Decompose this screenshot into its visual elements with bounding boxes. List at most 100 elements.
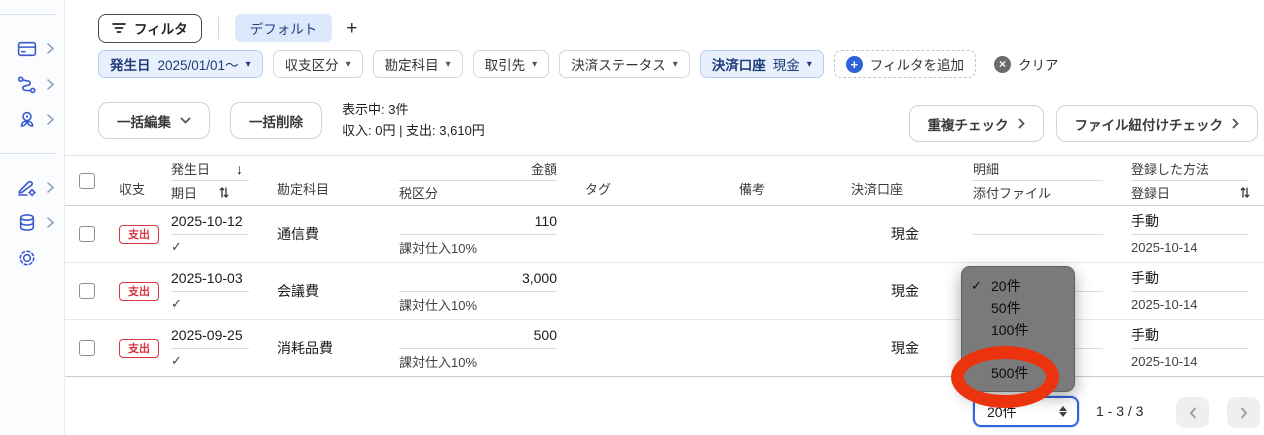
- row-method: 手動 2025-10-14: [1119, 206, 1264, 262]
- check-icon: ✓: [971, 278, 982, 293]
- plus-icon: +: [346, 17, 358, 39]
- transaction-row[interactable]: 支出 2025-09-25 ✓ 消耗品費 500 課対仕入10% 現金 手動 2…: [65, 320, 1264, 377]
- header-account: 勘定科目: [265, 156, 387, 205]
- sort-toggle-icon[interactable]: [219, 186, 229, 199]
- chip-label: 発生日: [110, 58, 151, 73]
- row-checkbox[interactable]: [79, 340, 95, 356]
- menu-option-500[interactable]: 500件: [962, 362, 1074, 384]
- menu-gap: [962, 341, 1074, 362]
- route-icon: [17, 76, 36, 94]
- bulk-edit-label: 一括編集: [117, 114, 171, 130]
- menu-option-label: 100件: [991, 322, 1029, 338]
- header-dates[interactable]: 発生日 ↓ 期日: [159, 156, 265, 205]
- sort-toggle-icon[interactable]: [1240, 186, 1250, 199]
- page-size-dropdown-menu: ✓ 20件 50件 100件 500件: [961, 266, 1075, 392]
- menu-option-100[interactable]: 100件: [962, 319, 1074, 341]
- header-amount: 金額 税区分: [387, 156, 573, 205]
- plus-glyph: +: [850, 56, 859, 72]
- row-wallet: 現金: [839, 206, 961, 262]
- add-preset-button[interactable]: +: [346, 19, 357, 38]
- chevron-left-icon: [1189, 407, 1196, 418]
- showing-count: 表示中: 3件: [342, 102, 409, 117]
- chip-partner[interactable]: 取引先 ▾: [472, 50, 550, 78]
- clear-label: クリア: [1018, 58, 1059, 73]
- row-checkbox[interactable]: [79, 226, 95, 242]
- prev-page-button[interactable]: [1176, 397, 1209, 428]
- menu-option-50[interactable]: 50件: [962, 297, 1074, 319]
- chip-value: 現金: [772, 58, 800, 73]
- chip-occur-date[interactable]: 発生日 2025/01/01〜 ▾: [98, 50, 263, 78]
- filter-button[interactable]: フィルタ: [98, 13, 202, 43]
- sidebar-item-data[interactable]: [16, 211, 60, 235]
- sort-desc-icon[interactable]: ↓: [236, 161, 243, 177]
- tab-default-preset[interactable]: デフォルト: [234, 14, 333, 42]
- check-actions: 重複チェック ファイル紐付けチェック: [908, 105, 1258, 142]
- caret-down-icon: ▾: [345, 58, 351, 70]
- select-all-checkbox[interactable]: [79, 172, 95, 189]
- bulk-edit-button[interactable]: 一括編集: [98, 102, 210, 140]
- file-link-check-label: ファイル紐付けチェック: [1074, 117, 1224, 133]
- sidebar-item-journal[interactable]: [16, 176, 60, 200]
- header-account-label: 勘定科目: [277, 182, 330, 197]
- caret-down-icon: ▾: [672, 58, 678, 70]
- row-type: 支出: [107, 206, 159, 262]
- row-method: 手動 2025-10-14: [1119, 320, 1264, 376]
- add-filter-button[interactable]: + フィルタを追加: [833, 50, 976, 78]
- account-name: 消耗品費: [277, 340, 333, 356]
- occur-date: 2025-10-03: [171, 269, 243, 286]
- pen-gear-icon: [18, 180, 36, 197]
- caret-down-icon: ▾: [245, 58, 251, 70]
- clear-circle-icon: ×: [994, 55, 1011, 73]
- transaction-row[interactable]: 支出 2025-10-12 ✓ 通信費 110 課対仕入10% 現金 手動 20…: [65, 206, 1264, 263]
- header-registered-label: 登録日: [1131, 185, 1171, 201]
- menu-option-20[interactable]: ✓ 20件: [962, 275, 1074, 297]
- tax-category: 課対仕入10%: [399, 354, 478, 370]
- chip-value: 2025/01/01〜: [157, 58, 239, 73]
- file-link-check-button[interactable]: ファイル紐付けチェック: [1055, 105, 1258, 142]
- sidebar-item-workflow[interactable]: [16, 73, 60, 97]
- entry-method: 手動: [1131, 269, 1159, 286]
- chip-label: 決済ステータス: [571, 58, 666, 73]
- select-stepper-icon: [1059, 406, 1067, 417]
- registered-date: 2025-10-14: [1131, 353, 1198, 369]
- sidebar-item-cards[interactable]: [16, 37, 60, 61]
- filter-chip-row: 発生日 2025/01/01〜 ▾ 収支区分 ▾ 勘定科目 ▾ 取引先 ▾ 決済…: [98, 50, 1065, 78]
- chip-account-item[interactable]: 勘定科目 ▾: [372, 50, 463, 78]
- row-checkbox[interactable]: [79, 283, 95, 299]
- header-tax-label: 税区分: [399, 185, 439, 201]
- chip-label: 取引先: [484, 58, 526, 73]
- duplicate-check-label: 重複チェック: [927, 117, 1009, 133]
- chip-income-expense[interactable]: 収支区分 ▾: [272, 50, 363, 78]
- chip-label: 収支区分: [284, 58, 339, 73]
- bulk-delete-button[interactable]: 一括削除: [230, 102, 322, 140]
- chip-settlement-account[interactable]: 決済口座 現金 ▾: [699, 50, 824, 78]
- transaction-row[interactable]: 支出 2025-10-03 ✓ 会議費 3,000 課対仕入10% 現金 手動 …: [65, 263, 1264, 320]
- sidebar-divider: [0, 14, 56, 15]
- sidebar-item-settings[interactable]: [16, 246, 60, 270]
- chip-settlement-status[interactable]: 決済ステータス ▾: [559, 50, 690, 78]
- registered-date: 2025-10-14: [1131, 296, 1198, 312]
- settled-check-icon: ✓: [171, 353, 182, 369]
- credit-card-icon: [17, 41, 37, 57]
- tax-category: 課対仕入10%: [399, 240, 478, 256]
- duplicate-check-button[interactable]: 重複チェック: [908, 105, 1044, 142]
- row-tag: [573, 206, 689, 262]
- row-type: 支出: [107, 320, 159, 376]
- clear-filters-button[interactable]: × クリア: [988, 50, 1065, 78]
- row-type: 支出: [107, 263, 159, 319]
- amount-value: 110: [534, 212, 557, 229]
- expense-badge: 支出: [119, 224, 159, 244]
- page-size-select[interactable]: 20件: [973, 396, 1079, 427]
- account-name: 会議費: [277, 283, 319, 299]
- sidebar: [0, 0, 65, 435]
- sidebar-divider: [0, 153, 56, 154]
- flower-icon: [20, 111, 34, 127]
- header-method[interactable]: 登録した方法 登録日: [1119, 156, 1264, 205]
- next-page-button[interactable]: [1227, 397, 1260, 428]
- sidebar-item-growth[interactable]: [16, 108, 60, 132]
- pagination-range: 1 - 3 / 3: [1096, 403, 1144, 419]
- table-header-row: 収支 発生日 ↓ 期日 勘定科目 金額 税区分 タグ 備考 決済口座 明細 添付フ…: [65, 156, 1264, 206]
- row-select: [65, 263, 107, 319]
- row-wallet: 現金: [839, 320, 961, 376]
- expense-badge: 支出: [119, 281, 159, 301]
